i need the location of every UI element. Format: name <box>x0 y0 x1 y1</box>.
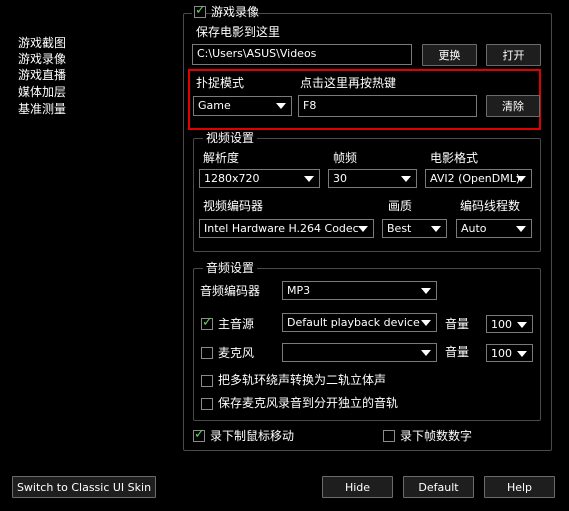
main-source-label: 主音源 <box>218 317 255 331</box>
sidebar-item-video-capture[interactable]: 游戏录像 <box>18 51 66 67</box>
encoder-threads-label: 编码线程数 <box>460 199 521 213</box>
video-encoder-select[interactable]: Intel Hardware H.264 Codec <box>199 219 374 238</box>
mic-volume-select[interactable]: 100 <box>486 344 533 362</box>
hotkey-field[interactable]: F8 <box>298 95 477 117</box>
mic-volume-value: 100 <box>491 347 512 360</box>
chevron-down-icon <box>358 226 368 232</box>
resolution-select[interactable]: 1280x720 <box>199 169 320 188</box>
multitrack-stereo-label: 把多轨环绕声转换为二轨立体声 <box>218 373 387 387</box>
resolution-value: 1280x720 <box>204 172 260 185</box>
sidebar-item-overlay[interactable]: 媒体加层 <box>18 84 66 100</box>
microphone-checkbox[interactable] <box>201 347 213 359</box>
main-source-value: Default playback device <box>287 316 420 329</box>
chevron-down-icon <box>421 288 431 294</box>
separate-mic-track-label: 保存麦克风录音到分开独立的音轨 <box>218 396 399 410</box>
multitrack-stereo-checkbox[interactable] <box>201 375 213 387</box>
main-source-select[interactable]: Default playback device <box>282 313 437 332</box>
capture-mode-label: 扑捉模式 <box>196 76 245 90</box>
resolution-label: 解析度 <box>203 151 240 165</box>
chevron-down-icon <box>516 176 526 182</box>
capture-mode-value: Game <box>198 99 231 112</box>
audio-encoder-value: MP3 <box>287 284 311 297</box>
main-volume-value: 100 <box>491 318 512 331</box>
video-encoder-value: Intel Hardware H.264 Codec <box>204 222 359 235</box>
chevron-down-icon <box>276 103 286 109</box>
audio-settings-title: 音频设置 <box>203 261 258 275</box>
sidebar-item-streaming[interactable]: 游戏直播 <box>18 67 66 83</box>
open-folder-button[interactable]: 打开 <box>486 44 541 66</box>
fps-select[interactable]: 30 <box>328 169 417 188</box>
audio-encoder-select[interactable]: MP3 <box>282 281 437 300</box>
audio-encoder-label: 音频编码器 <box>200 284 261 298</box>
hotkey-label: 点击这里再按热键 <box>300 76 397 90</box>
chevron-down-icon <box>421 320 431 326</box>
sidebar-item-benchmark[interactable]: 基准测量 <box>18 101 66 117</box>
fps-label: 帧频 <box>333 151 358 165</box>
classic-skin-button[interactable]: Switch to Classic UI Skin <box>12 476 156 498</box>
separate-mic-track-checkbox[interactable] <box>201 398 213 410</box>
chevron-down-icon <box>421 350 431 356</box>
quality-label: 画质 <box>388 199 413 213</box>
save-location-label: 保存电影到这里 <box>196 25 281 39</box>
chevron-down-icon <box>304 176 314 182</box>
quality-select[interactable]: Best <box>382 219 447 238</box>
sidebar-item-screenshot[interactable]: 游戏截图 <box>18 35 66 51</box>
record-mouse-checkbox[interactable]: ✓ <box>193 427 205 442</box>
encoder-threads-select[interactable]: Auto <box>456 219 532 238</box>
change-folder-button[interactable]: 更换 <box>422 44 477 66</box>
video-capture-group-title: 游戏录像 <box>211 5 260 19</box>
microphone-select[interactable] <box>282 343 437 362</box>
chevron-down-icon <box>517 322 527 328</box>
chevron-down-icon <box>516 226 526 232</box>
video-encoder-label: 视频编码器 <box>203 199 264 213</box>
help-button[interactable]: Help <box>484 476 555 498</box>
chevron-down-icon <box>401 176 411 182</box>
hide-button[interactable]: Hide <box>322 476 393 498</box>
checkmark-icon: ✓ <box>202 315 213 330</box>
fps-value: 30 <box>333 172 347 185</box>
record-fps-label: 录下帧数数字 <box>400 429 473 443</box>
video-settings-title: 视频设置 <box>203 131 258 145</box>
clear-hotkey-button[interactable]: 清除 <box>486 95 540 117</box>
quality-value: Best <box>387 222 412 235</box>
video-capture-enable-checkbox[interactable]: ✓ <box>194 3 206 18</box>
mic-volume-label: 音量 <box>445 345 470 359</box>
movie-format-value: AVI2 (OpenDML) <box>430 172 521 185</box>
main-volume-select[interactable]: 100 <box>486 315 533 333</box>
encoder-threads-value: Auto <box>461 222 487 235</box>
main-volume-label: 音量 <box>445 317 470 331</box>
movie-format-label: 电影格式 <box>430 151 479 165</box>
main-source-checkbox[interactable]: ✓ <box>201 315 213 330</box>
chevron-down-icon <box>431 226 441 232</box>
microphone-label: 麦克风 <box>218 346 255 360</box>
checkmark-icon: ✓ <box>195 3 206 18</box>
record-mouse-label: 录下制鼠标移动 <box>210 429 295 443</box>
movie-format-select[interactable]: AVI2 (OpenDML) <box>425 169 532 188</box>
save-path-field[interactable]: C:\Users\ASUS\Videos <box>192 44 412 65</box>
chevron-down-icon <box>517 351 527 357</box>
default-button[interactable]: Default <box>403 476 474 498</box>
checkmark-icon: ✓ <box>194 427 205 442</box>
capture-mode-select[interactable]: Game <box>193 96 292 116</box>
video-capture-group-header: ✓ 游戏录像 <box>192 3 259 20</box>
record-fps-checkbox[interactable] <box>383 430 395 442</box>
